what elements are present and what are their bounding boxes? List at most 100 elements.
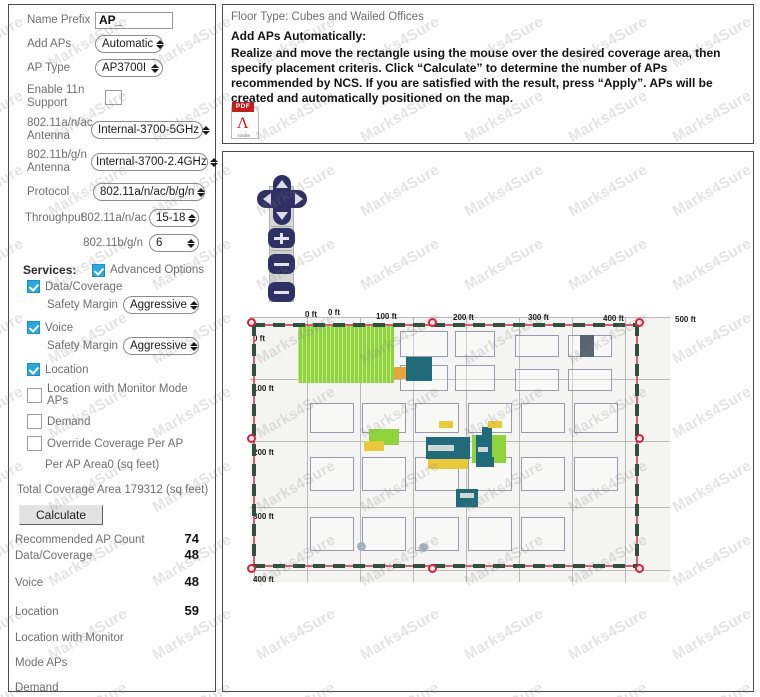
protocol-select[interactable]: 802.11a/n/ac/b/g/n (93, 183, 206, 201)
antenna-a-select[interactable]: Internal-3700-5GHz (91, 121, 210, 139)
data-coverage-label: Data/Coverage (45, 280, 123, 293)
resize-handle-se[interactable] (635, 564, 644, 573)
result-value: 74 (184, 531, 199, 546)
result-value: 48 (184, 574, 199, 589)
pan-down-icon[interactable] (276, 212, 288, 220)
location-checkbox[interactable] (27, 363, 40, 376)
zoom-out-icon[interactable] (268, 254, 295, 274)
resize-handle-s[interactable] (428, 564, 437, 573)
ap-type-label: AP Type (27, 61, 71, 74)
services-header-row: Services: Advanced Options (15, 263, 209, 277)
result-row: Demand (15, 682, 209, 694)
enable-11n-row: Enable 11n Support (15, 81, 209, 113)
result-label: Mode APs (15, 657, 68, 669)
antenna-b-value: Internal-3700-2.4GHz (96, 156, 207, 168)
name-prefix-input[interactable] (95, 11, 173, 29)
adobe-label: Adobe (237, 133, 251, 138)
ap-type-row: AP Type AP3700I (15, 57, 209, 79)
enable-11n-checkbox[interactable] (105, 89, 122, 105)
pdf-icon[interactable]: PDF Λ Adobe (231, 101, 261, 139)
resize-handle-nw[interactable] (247, 318, 256, 327)
override-coverage-checkbox[interactable] (27, 436, 42, 451)
override-coverage-row: Override Coverage Per AP (15, 436, 209, 451)
adobe-glyph: Λ (237, 115, 249, 132)
spinner-icon[interactable] (197, 187, 206, 197)
voice-margin-select[interactable]: Aggressive (122, 337, 199, 355)
antenna-b-select[interactable]: Internal-3700-2.4GHz (91, 153, 218, 171)
protocol-label: Protocol (27, 185, 70, 198)
services-header: Services: (23, 263, 77, 277)
pan-up-icon[interactable] (276, 180, 288, 188)
data-coverage-margin-select[interactable]: Aggressive (122, 296, 199, 314)
add-aps-select[interactable]: Automatic (95, 35, 165, 53)
coverage-rectangle[interactable] (247, 318, 644, 573)
x-axis-label: 100 ft (376, 312, 397, 321)
name-prefix-row: Name Prefix (15, 9, 209, 31)
spinner-icon[interactable] (209, 157, 218, 167)
map-and-instructions-panel: Floor Type: Cubes and Wailed Offices Add… (222, 4, 754, 692)
pan-control[interactable] (257, 174, 307, 226)
ap-type-select[interactable]: AP3700I (95, 59, 163, 77)
floor-type-label: Floor Type: Cubes and Wailed Offices (231, 11, 424, 23)
throughput-a-value: 15-18 (156, 212, 186, 224)
add-aps-row: Add APs Automatic (15, 33, 209, 55)
voice-checkbox[interactable] (27, 321, 40, 334)
floor-map-canvas[interactable]: 0 ft 0 ft 100 ft 200 ft 300 ft 400 ft 50… (222, 151, 754, 692)
zoom-in-icon[interactable] (268, 228, 295, 248)
map-navigation-control[interactable] (253, 174, 311, 304)
voice-row: Voice (15, 321, 209, 334)
result-label: Location (15, 606, 59, 618)
resize-handle-e[interactable] (635, 434, 644, 443)
spinner-icon[interactable] (202, 125, 210, 135)
voice-margin-row: Safety Margin Aggressive (15, 337, 209, 355)
result-label: Voice (15, 577, 44, 589)
demand-checkbox[interactable] (27, 414, 42, 429)
results-list: Recommended AP Count 74 Data/Coverage 48… (15, 531, 209, 694)
advanced-options-label: Advanced Options (110, 264, 204, 276)
spinner-icon[interactable] (187, 238, 195, 248)
voice-margin-value: Aggressive (129, 340, 187, 352)
resize-handle-sw[interactable] (247, 564, 256, 573)
spinner-icon[interactable] (151, 63, 159, 73)
spinner-icon[interactable] (188, 213, 197, 223)
throughput-row-a: Throughput 802.11a/n/ac 15-18 (15, 207, 209, 229)
x-axis-label: 200 ft (453, 313, 474, 322)
result-label: Demand (15, 682, 59, 694)
data-coverage-margin-value: Aggressive (129, 299, 187, 311)
instructions-body: Realize and move the rectangle using the… (231, 46, 721, 105)
throughput-b-label: 802.11b/g/n (83, 236, 143, 249)
location-row: Location (15, 363, 209, 376)
advanced-options-checkbox[interactable] (92, 263, 105, 277)
voice-margin-label: Safety Margin (47, 340, 118, 352)
pdf-badge-label: PDF (232, 102, 254, 112)
data-coverage-checkbox[interactable] (27, 280, 40, 293)
resize-handle-ne[interactable] (635, 318, 644, 327)
resize-handle-n[interactable] (428, 318, 437, 327)
result-value: 48 (184, 547, 199, 562)
zoom-reset-icon[interactable] (268, 282, 295, 302)
resize-handle-w[interactable] (247, 434, 256, 443)
calculate-button[interactable]: Calculate (19, 505, 104, 525)
spinner-icon[interactable] (189, 341, 198, 351)
throughput-a-select[interactable]: 15-18 (149, 209, 199, 227)
per-ap-area-text: Per AP Area0 (sq feet) (45, 459, 160, 471)
pan-right-icon[interactable] (295, 193, 303, 205)
throughput-b-select[interactable]: 6 (149, 234, 199, 252)
spinner-icon[interactable] (156, 39, 165, 49)
add-aps-value: Automatic (102, 38, 154, 50)
data-coverage-row: Data/Coverage (15, 280, 209, 293)
demand-label: Demand (47, 415, 91, 428)
ap-configuration-panel: Name Prefix Add APs Automatic AP Type AP… (8, 4, 218, 694)
throughput-row-b: 802.11b/g/n 6 (15, 231, 209, 255)
x-axis-label: 500 ft (675, 315, 696, 324)
throughput-a-label: 802.11a/n/ac (81, 211, 147, 224)
result-row: Voice 48 (15, 574, 209, 589)
location-with-monitor-checkbox[interactable] (27, 387, 42, 403)
data-coverage-margin-row: Safety Margin Aggressive (15, 296, 209, 314)
result-label: Recommended AP Count (15, 534, 145, 546)
spinner-icon[interactable] (189, 300, 198, 310)
protocol-row: Protocol 802.11a/n/ac/b/g/n (15, 179, 209, 205)
antenna-b-label: 802.11b/g/n Antenna (27, 149, 87, 174)
pan-left-icon[interactable] (263, 193, 271, 205)
location-label: Location (45, 363, 89, 376)
